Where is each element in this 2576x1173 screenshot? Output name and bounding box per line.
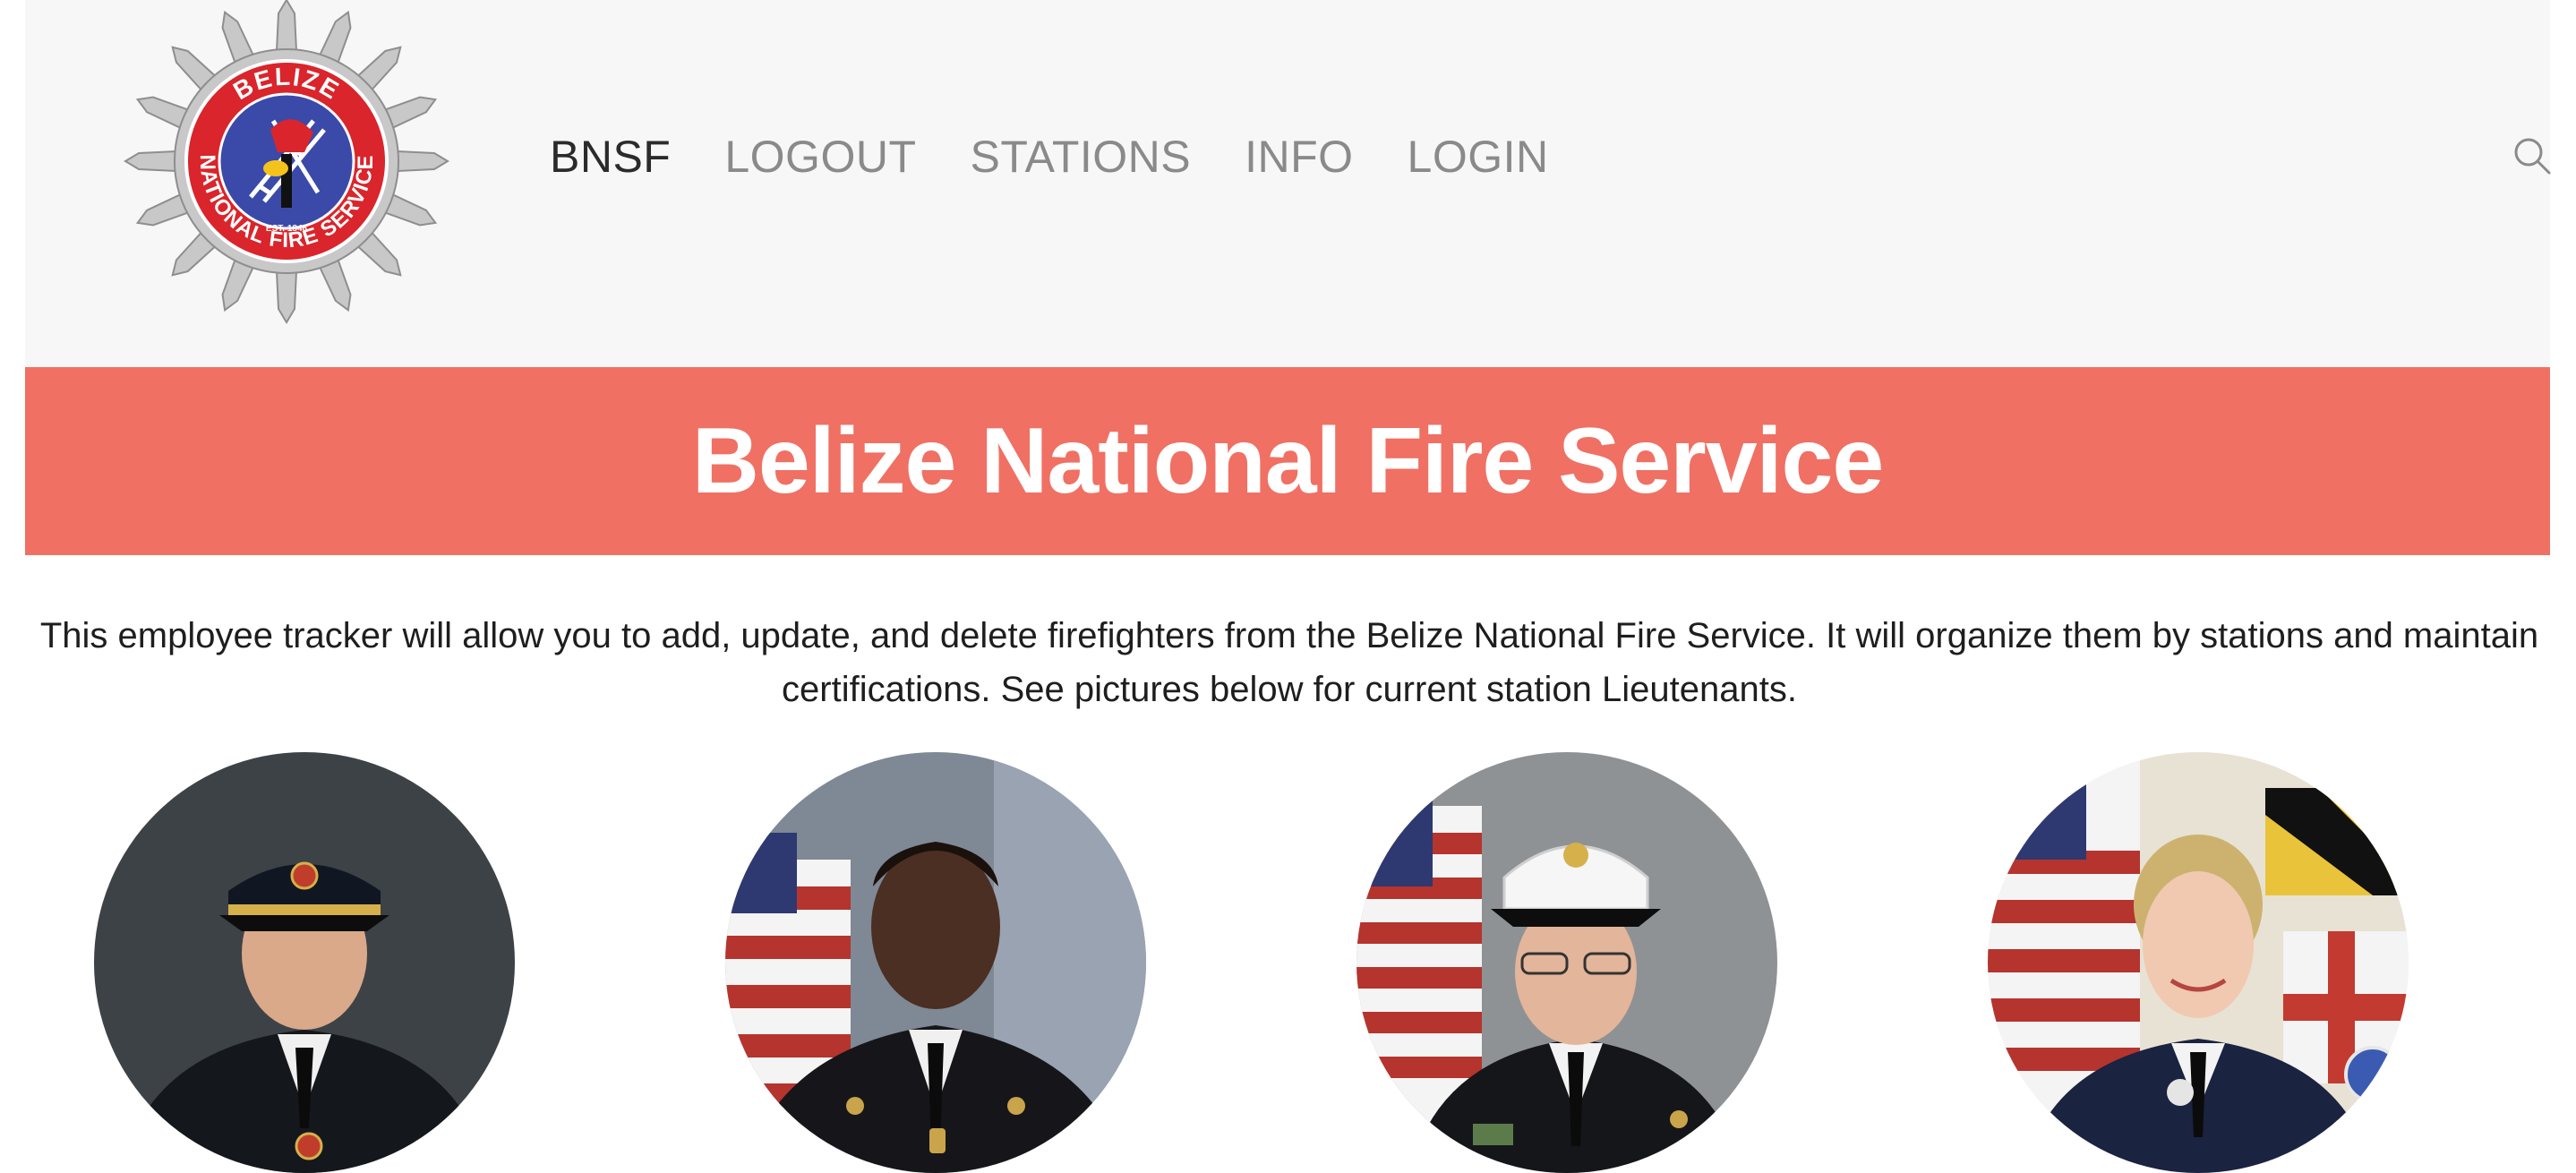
bnfs-logo[interactable]: EST. 1846 BELIZE NATIONAL FIRE SERVICE bbox=[115, 0, 459, 327]
nav-login[interactable]: LOGIN bbox=[1408, 131, 1549, 183]
intro-description: This employee tracker will allow you to … bbox=[39, 616, 2539, 709]
page-title: Belize National Fire Service bbox=[691, 408, 1884, 513]
nav-info[interactable]: INFO bbox=[1245, 131, 1353, 183]
main-nav: BNSF LOGOUT STATIONS INFO LOGIN bbox=[550, 125, 1549, 188]
nav-logout[interactable]: LOGOUT bbox=[724, 131, 916, 183]
nav-stations[interactable]: STATIONS bbox=[971, 131, 1192, 183]
navbar: EST. 1846 BELIZE NATIONAL FIRE SERVICE B… bbox=[25, 0, 2552, 367]
lieutenant-4-photo[interactable] bbox=[1988, 752, 2409, 1173]
nav-brand-bnsf[interactable]: BNSF bbox=[550, 131, 671, 183]
lieutenant-2-photo[interactable] bbox=[725, 752, 1146, 1173]
lieutenant-3-photo[interactable] bbox=[1356, 752, 1777, 1173]
title-banner: Belize National Fire Service bbox=[25, 367, 2550, 555]
search-icon[interactable] bbox=[2512, 136, 2552, 176]
lieutenant-1-photo[interactable] bbox=[94, 752, 515, 1173]
